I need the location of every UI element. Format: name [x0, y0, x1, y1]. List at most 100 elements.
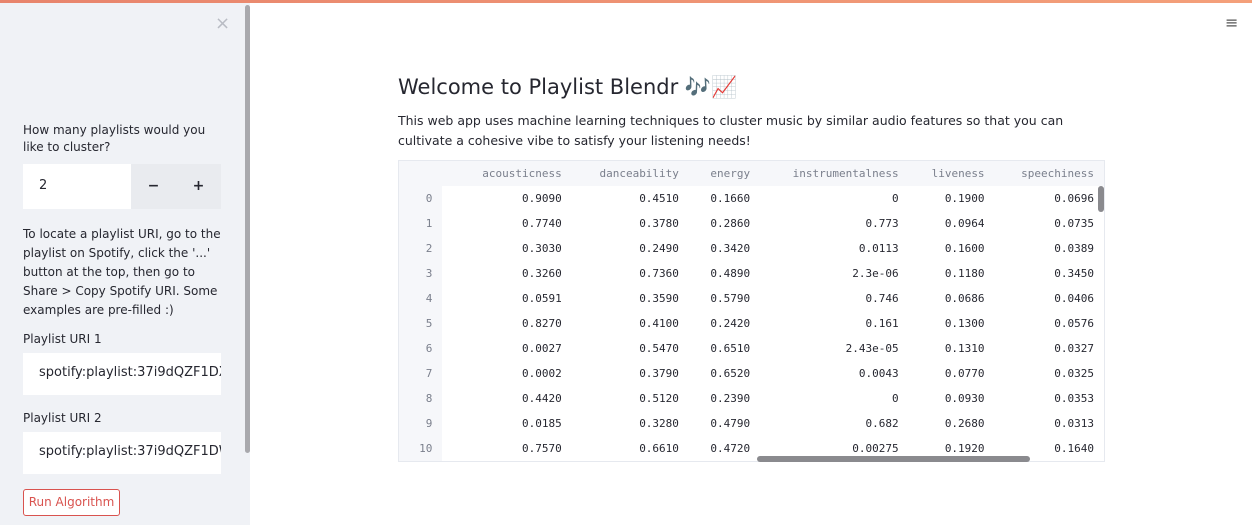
table-vertical-scrollbar[interactable] [1098, 186, 1104, 212]
column-header[interactable]: instrumentalness [760, 161, 908, 186]
table-cell[interactable]: 0.0406 [995, 286, 1104, 311]
table-cell[interactable]: 0.4510 [572, 186, 689, 211]
table-cell[interactable]: 0.3030 [442, 236, 571, 261]
table-cell[interactable]: 2.43e-05 [760, 336, 908, 361]
table-row: 3 0.3260 0.7360 0.4890 2.3e-06 0.1180 0.3450 [399, 261, 1104, 286]
table-cell[interactable]: 0.0686 [909, 286, 995, 311]
row-index[interactable]: 10 [399, 436, 443, 461]
table-cell[interactable]: 0.0313 [995, 411, 1104, 436]
table-horizontal-scrollbar[interactable] [757, 456, 1030, 462]
table-cell[interactable]: 0.3790 [572, 361, 689, 386]
table-cell[interactable]: 0.2390 [689, 386, 760, 411]
table-cell[interactable]: 0.773 [760, 211, 908, 236]
column-header[interactable]: energy [689, 161, 760, 186]
table-cell[interactable]: 0.0389 [995, 236, 1104, 261]
table-cell[interactable]: 0.0735 [995, 211, 1104, 236]
table-cell[interactable]: 0.0576 [995, 311, 1104, 336]
table-cell[interactable]: 2.3e-06 [760, 261, 908, 286]
table-cell[interactable]: 0.6520 [689, 361, 760, 386]
row-index[interactable]: 5 [399, 311, 443, 336]
table-cell[interactable]: 0.7740 [442, 211, 571, 236]
row-index[interactable]: 2 [399, 236, 443, 261]
table-row: 8 0.4420 0.5120 0.2390 0 0.0930 0.0353 [399, 386, 1104, 411]
sidebar-scrollbar[interactable] [245, 5, 250, 453]
table-cell[interactable]: 0.0002 [442, 361, 571, 386]
row-index[interactable]: 8 [399, 386, 443, 411]
table-cell[interactable]: 0.0113 [760, 236, 908, 261]
table-cell[interactable]: 0.0327 [995, 336, 1104, 361]
table-cell[interactable]: 0.4420 [442, 386, 571, 411]
table-row: 9 0.0185 0.3280 0.4790 0.682 0.2680 0.0313 [399, 411, 1104, 436]
table-cell[interactable]: 0.2420 [689, 311, 760, 336]
table-cell[interactable]: 0.6510 [689, 336, 760, 361]
table-cell[interactable]: 0.3590 [572, 286, 689, 311]
table-cell[interactable]: 0.1900 [909, 186, 995, 211]
table-cell[interactable]: 0.682 [760, 411, 908, 436]
table-cell[interactable]: 0 [760, 386, 908, 411]
table-row: 2 0.3030 0.2490 0.3420 0.0113 0.1600 0.0389 [399, 236, 1104, 261]
table-cell[interactable]: 0.0353 [995, 386, 1104, 411]
table-cell[interactable]: 0.1660 [689, 186, 760, 211]
playlists-count-label: How many playlists would you like to clu… [23, 123, 206, 154]
table-cell[interactable]: 0.3280 [572, 411, 689, 436]
page-description: This web app uses machine learning techn… [398, 113, 1064, 148]
column-header[interactable]: speechiness [995, 161, 1104, 186]
table-cell[interactable]: 0.3450 [995, 261, 1104, 286]
table-cell[interactable]: 0.1180 [909, 261, 995, 286]
table-cell[interactable]: 0.746 [760, 286, 908, 311]
table-cell[interactable]: 0.2680 [909, 411, 995, 436]
table-cell[interactable]: 0.0770 [909, 361, 995, 386]
column-header[interactable]: acousticness [442, 161, 571, 186]
playlists-count-input[interactable]: 2 [23, 164, 131, 209]
table-cell[interactable]: 0.5790 [689, 286, 760, 311]
table-cell[interactable]: 0.0696 [995, 186, 1104, 211]
increment-button[interactable]: + [176, 164, 221, 209]
column-header[interactable]: danceability [572, 161, 689, 186]
table-cell[interactable]: 0.5120 [572, 386, 689, 411]
table-cell[interactable]: 0.5470 [572, 336, 689, 361]
close-icon[interactable]: × [215, 15, 230, 33]
row-index[interactable]: 4 [399, 286, 443, 311]
table-cell[interactable]: 0.1600 [909, 236, 995, 261]
playlists-count-stepper: 2 − + [23, 164, 221, 209]
table-cell[interactable]: 0.0185 [442, 411, 571, 436]
column-header[interactable]: liveness [909, 161, 995, 186]
table-cell[interactable]: 0.2490 [572, 236, 689, 261]
table-cell[interactable]: 0.4720 [689, 436, 760, 461]
playlist-uri-2-input[interactable]: spotify:playlist:37i9dQZF1DWS [23, 432, 221, 474]
table-cell[interactable]: 0.0930 [909, 386, 995, 411]
table-cell[interactable]: 0.3260 [442, 261, 571, 286]
playlist-uri-1-input[interactable]: spotify:playlist:37i9dQZF1DX9 [23, 353, 221, 395]
table-cell[interactable]: 0.4790 [689, 411, 760, 436]
decrement-button[interactable]: − [131, 164, 176, 209]
row-index[interactable]: 6 [399, 336, 443, 361]
table-cell[interactable]: 0 [760, 186, 908, 211]
table-row: 0 0.9090 0.4510 0.1660 0 0.1900 0.0696 [399, 186, 1104, 211]
row-index[interactable]: 9 [399, 411, 443, 436]
table-cell[interactable]: 0.9090 [442, 186, 571, 211]
table-cell[interactable]: 0.1310 [909, 336, 995, 361]
dataframe[interactable]: acousticness danceability energy instrum… [398, 160, 1105, 462]
table-cell[interactable]: 0.0027 [442, 336, 571, 361]
row-index[interactable]: 0 [399, 186, 443, 211]
table-cell[interactable]: 0.7360 [572, 261, 689, 286]
table-cell[interactable]: 0.0043 [760, 361, 908, 386]
table-cell[interactable]: 0.161 [760, 311, 908, 336]
table-cell[interactable]: 0.2860 [689, 211, 760, 236]
row-index[interactable]: 7 [399, 361, 443, 386]
row-index[interactable]: 1 [399, 211, 443, 236]
table-cell[interactable]: 0.4100 [572, 311, 689, 336]
table-cell[interactable]: 0.8270 [442, 311, 571, 336]
table-cell[interactable]: 0.1300 [909, 311, 995, 336]
run-algorithm-button[interactable]: Run Algorithm [23, 489, 120, 516]
table-cell[interactable]: 0.7570 [442, 436, 571, 461]
table-cell[interactable]: 0.3420 [689, 236, 760, 261]
menu-icon[interactable]: ≡ [1225, 15, 1238, 31]
table-cell[interactable]: 0.3780 [572, 211, 689, 236]
table-cell[interactable]: 0.4890 [689, 261, 760, 286]
table-cell[interactable]: 0.0591 [442, 286, 571, 311]
row-index[interactable]: 3 [399, 261, 443, 286]
table-cell[interactable]: 0.6610 [572, 436, 689, 461]
table-cell[interactable]: 0.0964 [909, 211, 995, 236]
table-cell[interactable]: 0.0325 [995, 361, 1104, 386]
